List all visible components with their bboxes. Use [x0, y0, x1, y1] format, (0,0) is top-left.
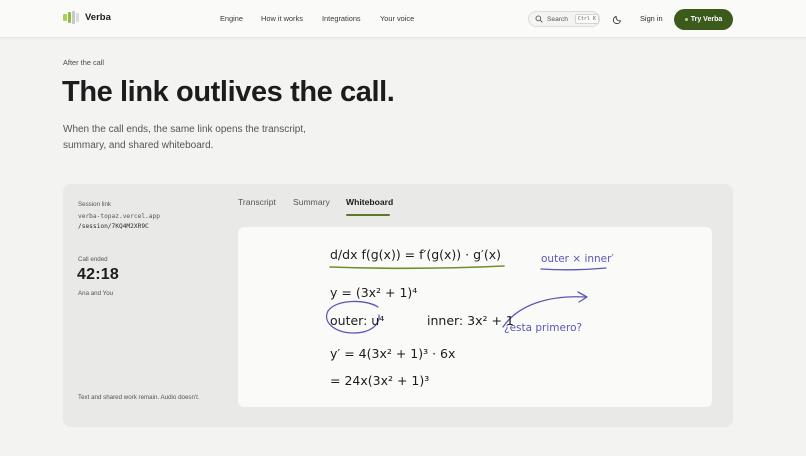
search-label: Search — [547, 15, 568, 23]
underline-highlight — [329, 265, 505, 270]
nav-how-it-works[interactable]: How it works — [261, 14, 303, 23]
top-nav-bar: Verba Engine How it works Integrations Y… — [0, 0, 806, 38]
session-link-host: verba-topaz.vercel.app — [78, 213, 160, 220]
tab-whiteboard[interactable]: Whiteboard — [346, 197, 393, 207]
session-link-label: Session link — [78, 201, 112, 208]
brand-name: Verba — [85, 12, 111, 23]
page-title: The link outlives the call. — [62, 76, 395, 108]
whiteboard-canvas[interactable]: d/dx f(g(x)) = f′(g(x)) · g′(x) outer × … — [238, 227, 712, 407]
moon-icon[interactable] — [613, 14, 623, 24]
session-link-path: /session/7KQ4M2XR9C — [78, 223, 149, 230]
tab-transcript[interactable]: Transcript — [238, 197, 276, 207]
call-status-label: Call ended — [78, 256, 108, 263]
formula-result: = 24x(3x² + 1)³ — [330, 373, 430, 388]
section-eyebrow: After the call — [63, 58, 105, 67]
formula-outer: outer: u⁴ — [330, 313, 385, 328]
page-subtitle: When the call ends, the same link opens … — [63, 124, 306, 151]
call-participants: Ana and You — [78, 290, 114, 297]
try-verba-label: Try Verba — [690, 16, 723, 23]
annotation-outer-inner: outer × inner′ — [541, 253, 614, 265]
brand-logo[interactable]: Verba — [63, 11, 111, 24]
try-verba-button[interactable]: Try Verba — [674, 9, 733, 30]
search-button[interactable]: Search Ctrl K — [528, 11, 600, 27]
active-tab-indicator — [346, 214, 390, 216]
dot-icon — [684, 18, 688, 21]
nav-your-voice[interactable]: Your voice — [380, 14, 414, 23]
formula-chain-rule: d/dx f(g(x)) = f′(g(x)) · g′(x) — [330, 247, 502, 262]
annotation-underline — [540, 267, 607, 271]
tab-summary[interactable]: Summary — [293, 197, 330, 207]
call-duration: 42:18 — [77, 266, 119, 283]
sound-wave-icon — [63, 11, 79, 24]
nav-engine[interactable]: Engine — [220, 14, 243, 23]
nav-integrations[interactable]: Integrations — [322, 14, 361, 23]
search-shortcut: Ctrl K — [574, 14, 599, 24]
annotation-question: ¿esta primero? — [504, 322, 583, 334]
session-card: Session link verba-topaz.vercel.app /ses… — [63, 184, 733, 427]
search-icon — [535, 15, 543, 23]
sign-in-link[interactable]: Sign in — [640, 14, 663, 23]
session-link-url[interactable]: verba-topaz.vercel.app /session/7KQ4M2XR… — [78, 212, 160, 232]
formula-function: y = (3x² + 1)⁴ — [330, 285, 418, 300]
retention-note: Text and shared work remain. Audio doesn… — [78, 394, 200, 401]
formula-inner: inner: 3x² + 1 — [427, 313, 514, 328]
formula-derivative: y′ = 4(3x² + 1)³ · 6x — [330, 346, 456, 361]
